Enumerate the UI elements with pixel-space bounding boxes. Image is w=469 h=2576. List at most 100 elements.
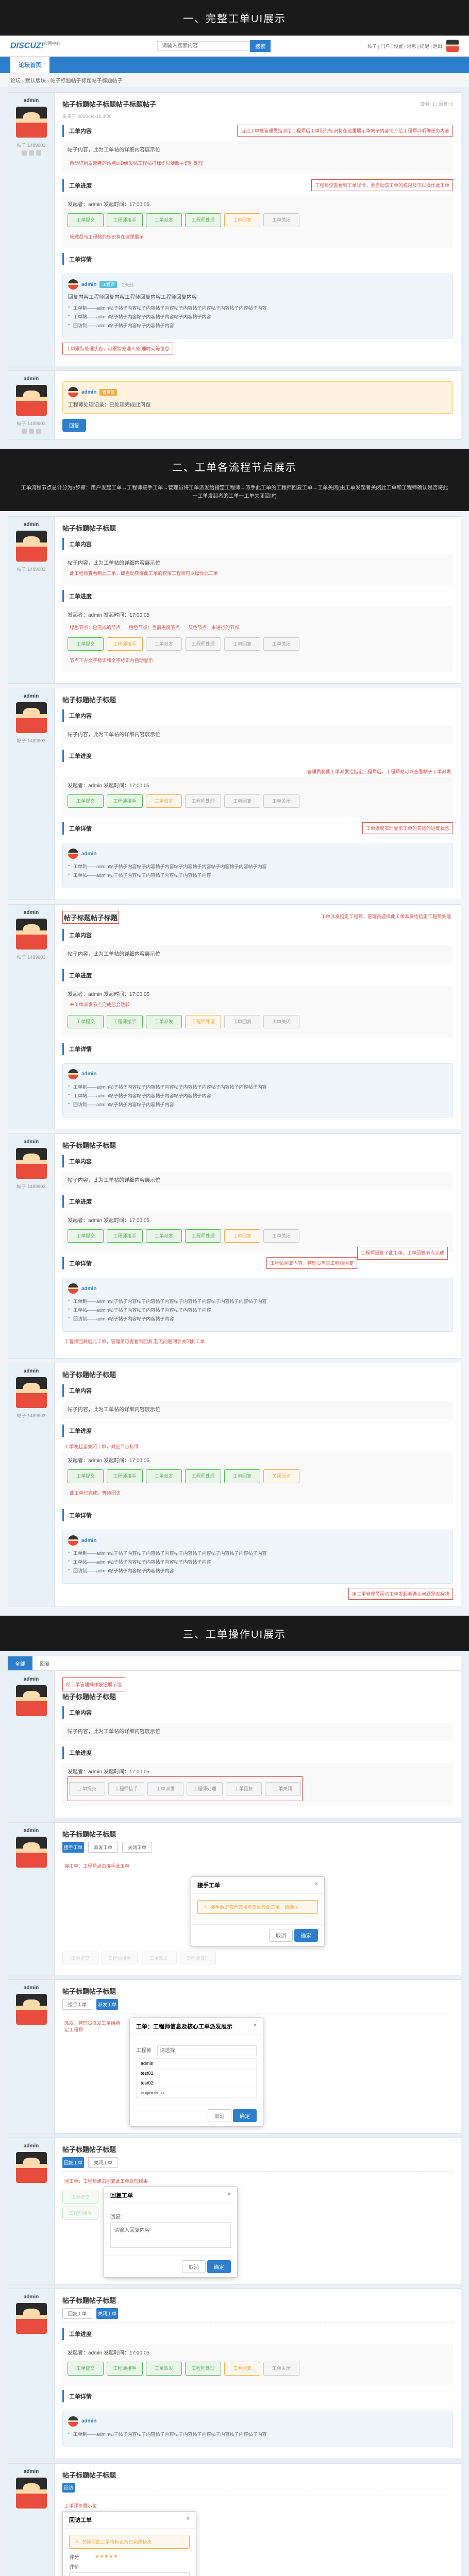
reply-name[interactable]: admin <box>81 2418 96 2424</box>
user-links[interactable]: 帖子 | 门户 | 设置 | 消息 | 提醒 | 退出 <box>367 43 442 49</box>
close-icon[interactable]: × <box>187 2516 190 2524</box>
username[interactable]: admin <box>13 2294 49 2300</box>
reply-textarea[interactable] <box>110 2222 231 2248</box>
avatar-icon[interactable] <box>16 385 47 416</box>
reply-name[interactable]: admin <box>81 851 96 857</box>
username[interactable]: admin <box>13 1828 49 1834</box>
reply-name[interactable]: admin <box>81 282 96 287</box>
close-icon[interactable]: × <box>228 2191 231 2199</box>
confirm-button[interactable]: 确定 <box>294 1929 318 1942</box>
tab-all[interactable]: 全部 <box>8 1656 32 1670</box>
status-text: 发起者：admin 发起时间：17:00:05 <box>68 2349 448 2358</box>
user-avatar-icon[interactable] <box>446 40 459 52</box>
annotation: 工单进度实时显示工单的实际的进度状态 <box>362 822 453 834</box>
reply-button[interactable]: 回复 <box>62 419 86 432</box>
list-item: 工单帖——admin帖子帖子内容帖子内容帖子内容帖子内容帖子内容 <box>68 312 447 321</box>
step: 工程师处理 <box>185 2362 221 2375</box>
step: 工程师接手 <box>107 1469 143 1483</box>
confirm-button[interactable]: 确定 <box>233 2109 257 2122</box>
step: 工程师处理 <box>187 1782 223 1795</box>
step: 工单提交 <box>68 1229 104 1243</box>
avatar-icon <box>16 2152 47 2183</box>
confirm-button[interactable]: 确定 <box>207 2260 231 2273</box>
avatar-icon[interactable] <box>16 107 47 138</box>
username[interactable]: admin <box>13 1368 49 1374</box>
content-text: 帖子内容，此为工单帖的详细内容展示位 <box>62 1401 453 1419</box>
username[interactable]: admin <box>13 2143 49 2149</box>
content-label: 工单内容 <box>62 125 97 137</box>
engineer-item[interactable]: engineer_a <box>137 2088 256 2098</box>
post-time: 发表于 2020-04-15 3:00 <box>62 113 453 120</box>
modal-tip: 关闭后此工单将标记为已完成状态 <box>69 2535 190 2549</box>
username[interactable]: admin <box>13 2469 49 2475</box>
cancel-button[interactable]: 取消 <box>182 2260 206 2273</box>
annotation: 工单发起者关闭工单，对应节点标绿 <box>62 1441 453 1452</box>
search-button[interactable]: 搜索 <box>250 40 271 52</box>
status-text: 发起者：admin 发起时间：17:00:05 <box>68 201 448 209</box>
reply-name[interactable]: admin <box>81 389 96 395</box>
reply-name[interactable]: admin <box>81 1071 96 1077</box>
username[interactable]: admin <box>13 693 49 699</box>
annotation: 管理员与工程帖的标识将在这里展示 <box>68 231 448 243</box>
reply-name[interactable]: admin <box>81 1538 96 1544</box>
engineer-search-input[interactable] <box>157 2045 257 2056</box>
step: 工程师接手 <box>107 1229 143 1243</box>
accept-ticket-button[interactable]: 接手工单 <box>62 1999 92 2010</box>
progress-label: 工单进度 <box>62 1747 97 1759</box>
assign-ticket-button[interactable]: 派发工单 <box>88 1842 118 1853</box>
list-item: 回访制——admin帖子帖子内容帖子内容帖子内容 <box>68 1314 447 1323</box>
list-item: 回访制——admin帖子帖子内容帖子内容帖子内容 <box>68 1566 447 1575</box>
close-ticket-button[interactable]: 关闭工单 <box>96 2308 118 2319</box>
detail-label: 工单详情 <box>62 253 97 265</box>
step-close: 工单关闭 <box>263 213 299 227</box>
username[interactable]: admin <box>13 376 49 382</box>
search-input[interactable] <box>157 41 250 51</box>
reply-ticket-button[interactable]: 回复工单 <box>62 2157 84 2168</box>
cancel-button[interactable]: 取消 <box>269 1929 293 1942</box>
logo: DISCUZ!应用中心 <box>10 41 60 50</box>
step: 工单提交 <box>68 1469 104 1483</box>
close-ticket-button[interactable]: 关闭工单 <box>122 1842 152 1853</box>
nav-forum-home[interactable]: 论坛首页 <box>10 57 49 73</box>
engineer-item[interactable]: admin <box>137 2059 256 2069</box>
comment-textarea[interactable] <box>69 2572 190 2576</box>
step-process: 工程师处理 <box>185 213 221 227</box>
step: 工单派发 <box>147 1782 183 1795</box>
list-item: 工单制——admin帖子帖子内容帖子内容帖子内容帖子内容帖子内容帖子内容帖子内容… <box>68 862 447 871</box>
username[interactable]: admin <box>13 1139 49 1145</box>
content-text: 帖子内容，此为工单帖的详细内容展示位 <box>62 1723 453 1741</box>
close-ticket-button[interactable]: 关闭工单 <box>88 2157 118 2168</box>
close-icon[interactable]: × <box>254 2022 257 2030</box>
reply-name[interactable]: admin <box>81 1286 96 1292</box>
avatar-icon <box>16 1685 47 1716</box>
tab-reply[interactable]: 回复 <box>32 1656 57 1670</box>
avatar-icon <box>16 2303 47 2334</box>
avatar-icon <box>68 1535 78 1546</box>
step: 工程师接手 <box>102 1952 138 1964</box>
username[interactable]: admin <box>13 522 49 528</box>
assign-ticket-button[interactable]: 派发工单 <box>96 1999 118 2010</box>
post-title: 帖子标题帖子标题 <box>62 1691 453 1701</box>
engineer-item[interactable]: test02 <box>137 2078 256 2088</box>
engineer-item[interactable]: test01 <box>137 2069 256 2078</box>
close-icon[interactable]: × <box>315 1881 318 1889</box>
annotation: 此工单已完成，等待回访 <box>68 1487 448 1499</box>
breadcrumb[interactable]: 论坛 › 默认版块 › 帖子标题帖子标题帖子标题帖子 <box>0 73 469 87</box>
username[interactable]: admin <box>13 910 49 916</box>
step: 工单派发 <box>146 794 182 808</box>
accept-ticket-button[interactable]: 接手工单 <box>62 1842 84 1853</box>
username[interactable]: admin <box>13 1985 49 1991</box>
annotation: 工单评价展示位 <box>62 2500 453 2511</box>
username[interactable]: admin <box>13 1676 49 1682</box>
step: 工程师接手 <box>107 1015 143 1028</box>
visit-button[interactable]: 回访 <box>62 2483 75 2493</box>
reply-avatar-icon <box>68 387 78 397</box>
annotation-green: 绿色节点：已完成的节点 <box>68 622 123 633</box>
step: 工单关闭 <box>263 794 299 808</box>
section-2-header: 二、工单各流程节点展示 <box>0 449 469 484</box>
star-icon[interactable]: ★★★★★ <box>95 2554 118 2560</box>
section-1-header: 一、完整工单UI展示 <box>0 0 469 36</box>
cancel-button[interactable]: 取消 <box>208 2109 231 2122</box>
reply-ticket-button[interactable]: 回复工单 <box>62 2308 92 2319</box>
username[interactable]: admin <box>13 98 49 104</box>
